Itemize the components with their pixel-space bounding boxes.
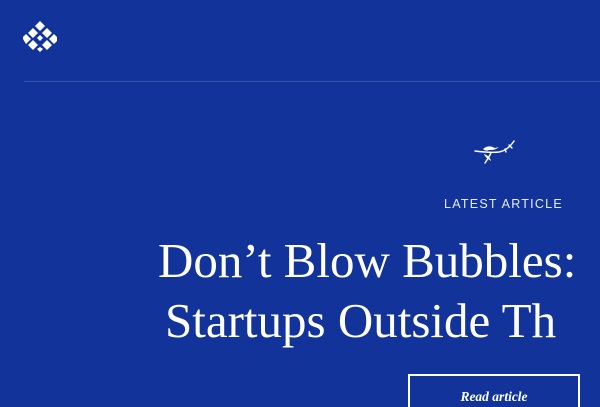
headline-line-2[interactable]: Startups Outside Th <box>158 291 600 351</box>
header-divider <box>24 81 600 82</box>
bird-on-branch-icon <box>474 140 515 164</box>
latest-article-label: LATEST ARTICLE <box>444 197 563 211</box>
headline-line-1[interactable]: Don’t Blow Bubbles: <box>158 231 600 291</box>
article-headline[interactable]: Don’t Blow Bubbles: Startups Outside Th <box>158 231 600 351</box>
diamond-logo-icon[interactable] <box>23 20 57 52</box>
read-article-button[interactable]: Read article <box>408 374 580 407</box>
